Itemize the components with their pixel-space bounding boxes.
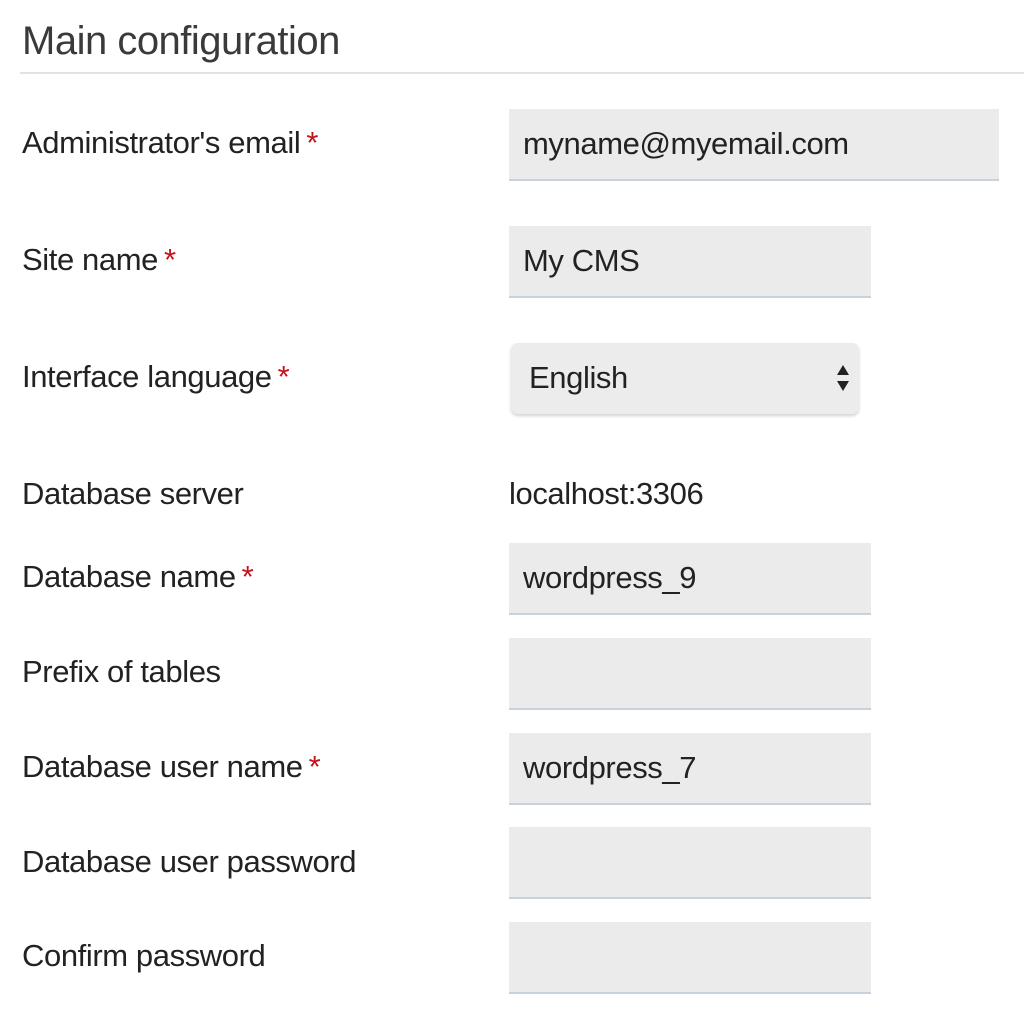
database-server-label: Database server — [22, 474, 244, 514]
table-prefix-label-text: Prefix of tables — [22, 654, 221, 689]
admin-email-label-text: Administrator's email — [22, 125, 301, 160]
database-server-value: localhost:3306 — [509, 476, 704, 511]
title-divider — [20, 72, 1024, 74]
database-name-input[interactable] — [509, 543, 871, 615]
confirm-password-input[interactable] — [509, 922, 871, 994]
database-password-label-text: Database user password — [22, 844, 357, 879]
interface-language-select[interactable]: English — [511, 343, 859, 414]
interface-language-label: Interface language * — [22, 357, 290, 397]
required-marker: * — [306, 125, 318, 160]
table-prefix-label: Prefix of tables — [22, 652, 221, 692]
site-name-label-text: Site name — [22, 242, 158, 277]
database-password-label: Database user password — [22, 842, 357, 882]
database-server-label-text: Database server — [22, 476, 244, 511]
site-name-label: Site name * — [22, 240, 176, 280]
required-marker: * — [163, 242, 176, 277]
confirm-password-label-text: Confirm password — [22, 938, 266, 973]
admin-email-input[interactable] — [509, 109, 999, 181]
database-user-label: Database user name * — [22, 747, 321, 787]
database-name-label-text: Database name — [22, 559, 236, 594]
required-marker: * — [241, 559, 254, 594]
database-name-label: Database name * — [22, 557, 254, 597]
interface-language-selected-value: English — [529, 360, 628, 395]
database-user-label-text: Database user name — [22, 749, 303, 784]
admin-email-label: Administrator's email * — [22, 123, 318, 163]
required-marker: * — [277, 359, 290, 394]
database-password-input[interactable] — [509, 827, 871, 899]
table-prefix-input[interactable] — [509, 638, 871, 710]
site-name-input[interactable] — [509, 226, 871, 298]
database-user-input[interactable] — [509, 733, 871, 805]
up-down-arrows-icon — [837, 365, 849, 391]
confirm-password-label: Confirm password — [22, 936, 266, 976]
interface-language-label-text: Interface language — [22, 359, 272, 394]
required-marker: * — [308, 749, 321, 784]
page-title: Main configuration — [22, 19, 340, 63]
